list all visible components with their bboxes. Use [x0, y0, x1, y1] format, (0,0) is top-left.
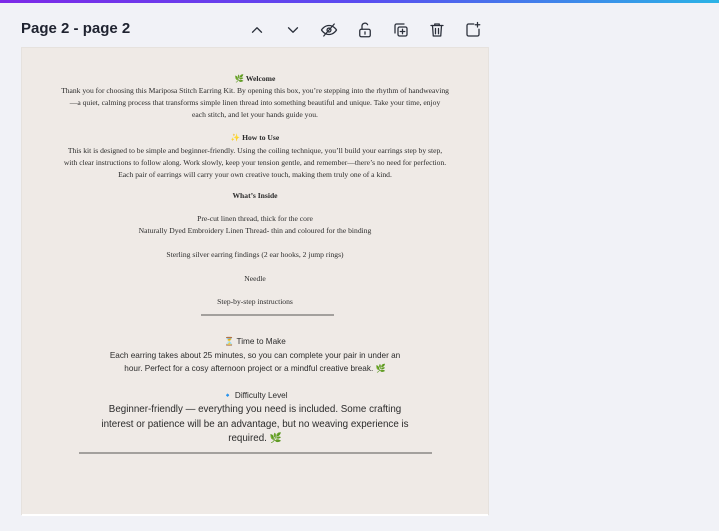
page-title[interactable]: Page 2 - page 2 — [21, 20, 130, 37]
move-page-up-button[interactable] — [243, 16, 271, 44]
section-divider — [79, 452, 432, 454]
how-to-use-line-1: This kit is designed to be simple and be… — [67, 146, 443, 155]
lock-open-icon — [359, 22, 371, 38]
add-page-icon — [466, 21, 481, 37]
difficulty-heading: 🔹 Difficulty Level — [222, 391, 288, 400]
duplicate-icon — [394, 23, 408, 37]
how-to-use-line-2: with clear instructions to follow along.… — [63, 158, 447, 167]
eye-slash-icon — [320, 23, 338, 37]
welcome-line-1: Thank you for choosing this Mariposa Sti… — [61, 86, 449, 95]
chevron-up-icon — [251, 27, 263, 33]
lock-page-button[interactable] — [351, 16, 379, 44]
duplicate-page-button[interactable] — [387, 16, 415, 44]
time-to-make-line-1: Each earring takes about 25 minutes, so … — [109, 351, 401, 360]
whats-inside-heading: What’s Inside — [232, 191, 278, 200]
inside-item: Step-by-step instructions — [217, 297, 293, 306]
page-toolbar — [243, 16, 495, 44]
page-bottom-edge — [22, 514, 488, 516]
welcome-heading: 🌿 Welcome — [234, 74, 276, 83]
time-to-make-heading: ⏳ Time to Make — [224, 337, 286, 346]
inside-item: Naturally Dyed Embroidery Linen Thread- … — [138, 226, 372, 235]
difficulty-line-3: required. 🌿 — [228, 433, 282, 444]
page-canvas[interactable]: 🌿 Welcome Thank you for choosing this Ma… — [22, 48, 488, 514]
how-to-use-heading: ✨ How to Use — [230, 133, 280, 142]
trash-icon — [430, 23, 444, 37]
difficulty-line-1: Beginner-friendly — everything you need … — [108, 404, 402, 415]
add-page-button[interactable] — [459, 16, 487, 44]
section-divider — [201, 314, 334, 316]
how-to-use-line-3: Each pair of earrings will carry your ow… — [118, 170, 392, 179]
welcome-line-3: each stitch, and let your hands guide yo… — [192, 110, 318, 119]
hide-page-button[interactable] — [315, 16, 343, 44]
brand-gradient-bar — [0, 0, 719, 3]
welcome-line-2: —a quiet, calming process that transform… — [69, 98, 441, 107]
delete-page-button[interactable] — [423, 16, 451, 44]
difficulty-line-2: interest or patience will be an advantag… — [101, 419, 409, 430]
move-page-down-button[interactable] — [279, 16, 307, 44]
inside-item: Sterling silver earring findings (2 ear … — [166, 250, 344, 259]
inside-item: Needle — [244, 274, 266, 283]
document-content: 🌿 Welcome Thank you for choosing this Ma… — [22, 48, 488, 514]
inside-item: Pre-cut linen thread, thick for the core — [197, 214, 313, 223]
chevron-down-icon — [287, 27, 299, 33]
time-to-make-line-2: hour. Perfect for a cosy afternoon proje… — [124, 364, 386, 373]
